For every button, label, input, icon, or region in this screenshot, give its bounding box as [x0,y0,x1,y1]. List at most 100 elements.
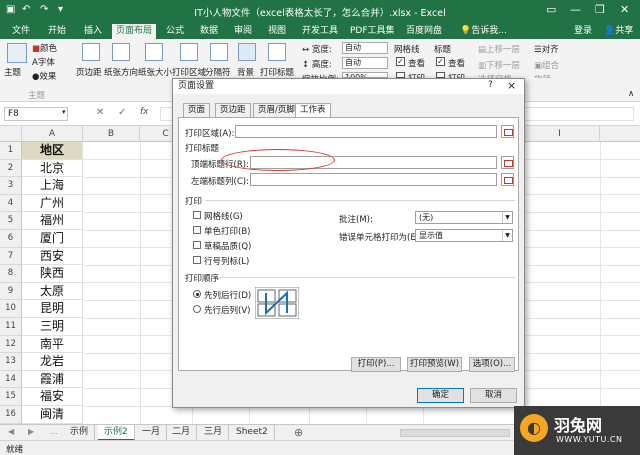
login-link[interactable]: 登录 [570,24,596,39]
tab-developer[interactable]: 开发工具 [298,24,342,39]
cell[interactable]: 闽清 [22,406,83,424]
restore-icon[interactable]: ❐ [595,3,605,16]
down-then-over-radio[interactable] [193,290,201,298]
row-header[interactable]: 4 [0,194,22,213]
name-box[interactable]: F8 [4,107,68,121]
tab-review[interactable]: 审阅 [230,24,256,39]
close-window-icon[interactable]: ✕ [620,3,629,16]
cell[interactable]: 三明 [22,318,83,336]
draft-quality-checkbox[interactable] [193,241,201,249]
cell[interactable]: 地区 [22,142,83,160]
row-header[interactable]: 10 [0,300,22,318]
colors-button[interactable]: ■颜色 [32,42,57,54]
help-icon[interactable]: ? [488,80,493,90]
row-header[interactable]: 13 [0,353,22,371]
cell[interactable]: 南平 [22,335,83,354]
tab-file[interactable]: 文件 [8,24,34,39]
tab-baidu-netdisk[interactable]: 百度网盘 [402,24,446,39]
margins-button[interactable]: 页边距 [76,66,102,78]
cell[interactable]: 福安 [22,388,83,406]
effects-button[interactable]: ●效果 [32,70,56,82]
tab-pdf-tools[interactable]: PDF工具集 [346,24,399,39]
sheet-tab-active[interactable]: 示例2 [98,425,135,441]
row-header[interactable]: 1 [0,142,22,160]
send-backward-button[interactable]: ▥下移一层 [478,59,520,71]
col-header[interactable]: B [83,126,140,142]
cell[interactable]: 上海 [22,177,83,195]
row-header[interactable]: 14 [0,370,22,389]
cell[interactable]: 陕西 [22,265,83,283]
print-titles-button[interactable]: 打印标题 [260,66,294,78]
enter-icon[interactable]: ✓ [118,107,126,118]
tab-formulas[interactable]: 公式 [162,24,188,39]
dialog-tab-page[interactable]: 页面 [183,103,211,117]
print-area-range-picker-icon[interactable] [501,125,514,138]
row-header[interactable]: 16 [0,406,22,424]
row-header[interactable]: 2 [0,159,22,178]
comments-select[interactable]: (无) ▼ [415,211,513,224]
col-header[interactable]: I [520,126,600,142]
tab-home[interactable]: 开始 [44,24,70,39]
cancel-icon[interactable]: ✕ [96,107,104,118]
print-area-input[interactable] [235,125,497,138]
minimize-icon[interactable]: — [570,3,581,16]
sheet-tab[interactable]: 示例 [64,425,96,441]
cell-errors-select[interactable]: 显示值 ▼ [415,229,513,242]
collapse-ribbon-icon[interactable]: ∧ [628,89,634,99]
row-header[interactable]: 5 [0,212,22,230]
left-cols-input[interactable] [250,173,497,186]
cell[interactable]: 霞浦 [22,370,83,389]
row-header[interactable]: 15 [0,388,22,406]
group-button[interactable]: ▣组合 [534,59,559,71]
cell[interactable]: 北京 [22,159,83,178]
print-area-button[interactable]: 打印区域 [172,66,206,78]
dialog-tab-header-footer[interactable]: 页眉/页脚 [253,103,300,117]
ribbon-display-icon[interactable]: ▭ [546,3,556,16]
row-header[interactable]: 12 [0,335,22,354]
dialog-tab-sheet[interactable]: 工作表 [295,103,331,118]
row-header[interactable]: 11 [0,318,22,336]
bring-forward-button[interactable]: ▤上移一层 [478,43,520,55]
options-button[interactable]: 选项(O)... [469,357,515,372]
col-header[interactable]: A [22,126,83,142]
more-sheets-icon[interactable]: … [50,427,58,436]
close-dialog-icon[interactable]: × [507,79,516,92]
themes-button[interactable]: 主题 [4,66,21,78]
row-header[interactable]: 9 [0,282,22,301]
size-button[interactable]: 纸张大小 [138,66,172,78]
ok-button[interactable]: 确定 [417,388,464,403]
gridlines-view-checkbox[interactable]: ✓ [396,57,405,66]
sheet-tab[interactable]: 二月 [166,425,198,441]
scale-height-select[interactable]: 自动 [342,57,388,69]
rotate-button[interactable]: 旋转 [534,73,551,78]
share-button[interactable]: 👤共享 [600,24,637,39]
cell[interactable]: 福州 [22,212,83,230]
cancel-button[interactable]: 取消 [470,388,517,403]
align-button[interactable]: ☰对齐 [534,43,559,55]
row-header[interactable]: 3 [0,177,22,195]
scale-width-select[interactable]: 自动 [342,42,388,54]
top-rows-range-picker-icon[interactable] [501,156,514,169]
background-button[interactable]: 背景 [237,66,254,78]
left-cols-range-picker-icon[interactable] [501,173,514,186]
print-preview-button[interactable]: 打印预览(W) [407,357,462,372]
cell[interactable]: 太原 [22,282,83,301]
cell[interactable]: 广州 [22,194,83,213]
horizontal-scrollbar[interactable] [400,429,510,437]
name-box-dropdown-icon[interactable]: ▾ [62,108,66,116]
select-all-corner[interactable] [0,126,22,142]
cell[interactable]: 龙岩 [22,353,83,371]
orientation-button[interactable]: 纸张方向 [104,66,138,78]
tell-me-search[interactable]: 💡告诉我... [456,24,511,39]
fonts-button[interactable]: A字体 [32,56,55,68]
breaks-button[interactable]: 分隔符 [205,66,231,78]
black-white-checkbox[interactable] [193,226,201,234]
tab-page-layout[interactable]: 页面布局 [112,24,157,39]
tab-insert[interactable]: 插入 [80,24,106,39]
headings-view-checkbox[interactable]: ✓ [436,57,445,66]
themes-icon[interactable] [7,43,27,63]
add-sheet-icon[interactable]: ⊕ [294,426,303,439]
row-header[interactable]: 7 [0,247,22,266]
insert-function-icon[interactable]: fx [140,107,149,117]
cell[interactable]: 厦门 [22,230,83,248]
